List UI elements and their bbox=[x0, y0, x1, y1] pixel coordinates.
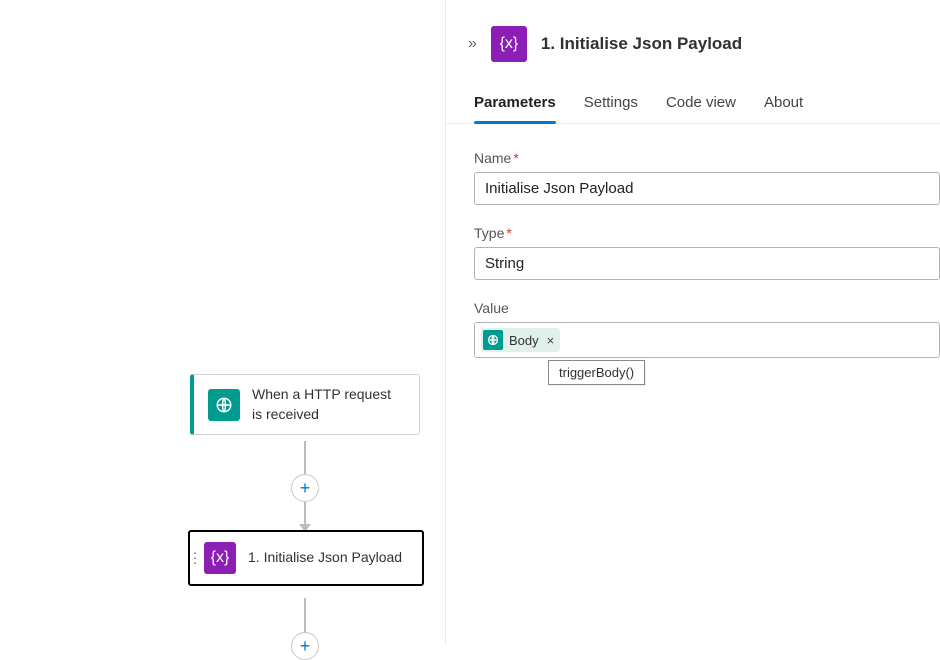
required-indicator: * bbox=[506, 225, 511, 241]
drag-handle-icon[interactable]: ⋮ bbox=[188, 550, 200, 567]
tab-settings[interactable]: Settings bbox=[584, 86, 638, 123]
type-field-group: Type* bbox=[474, 225, 940, 280]
value-field-group: Value Body × triggerBody() bbox=[474, 300, 940, 358]
trigger-node-http-request[interactable]: When a HTTP request is received bbox=[190, 374, 420, 435]
connector-line bbox=[304, 441, 306, 475]
type-label: Type* bbox=[474, 225, 940, 241]
value-label: Value bbox=[474, 300, 940, 316]
properties-panel: » {x} 1. Initialise Json Payload Paramet… bbox=[445, 0, 940, 644]
panel-tabs: Parameters Settings Code view About bbox=[446, 86, 940, 124]
panel-title: 1. Initialise Json Payload bbox=[541, 34, 742, 54]
connector-line bbox=[304, 598, 306, 634]
http-icon bbox=[483, 330, 503, 350]
http-icon bbox=[208, 389, 240, 421]
collapse-panel-icon[interactable]: » bbox=[468, 35, 477, 53]
name-field-group: Name* bbox=[474, 150, 940, 205]
type-select[interactable] bbox=[474, 247, 940, 280]
variable-icon: {x} bbox=[491, 26, 527, 62]
add-action-button[interactable]: + bbox=[291, 632, 319, 660]
parameters-form: Name* Type* Value Body × triggerBody bbox=[446, 124, 940, 358]
panel-header: » {x} 1. Initialise Json Payload bbox=[446, 0, 940, 86]
name-label: Name* bbox=[474, 150, 940, 166]
body-token[interactable]: Body × bbox=[481, 328, 560, 352]
tab-about[interactable]: About bbox=[764, 86, 803, 123]
action-node-initialise-json[interactable]: ⋮ {x} 1. Initialise Json Payload bbox=[188, 530, 424, 586]
action-label: 1. Initialise Json Payload bbox=[248, 548, 402, 568]
variable-icon: {x} bbox=[204, 542, 236, 574]
remove-token-icon[interactable]: × bbox=[547, 333, 555, 348]
flow-canvas[interactable]: When a HTTP request is received + ⋮ {x} … bbox=[0, 0, 445, 644]
required-indicator: * bbox=[513, 150, 518, 166]
tab-code-view[interactable]: Code view bbox=[666, 86, 736, 123]
name-input[interactable] bbox=[474, 172, 940, 205]
token-label: Body bbox=[509, 333, 539, 348]
tab-parameters[interactable]: Parameters bbox=[474, 86, 556, 123]
value-input[interactable]: Body × bbox=[474, 322, 940, 358]
expression-tooltip: triggerBody() bbox=[548, 360, 645, 385]
trigger-label: When a HTTP request is received bbox=[252, 385, 405, 424]
add-action-button[interactable]: + bbox=[291, 474, 319, 502]
